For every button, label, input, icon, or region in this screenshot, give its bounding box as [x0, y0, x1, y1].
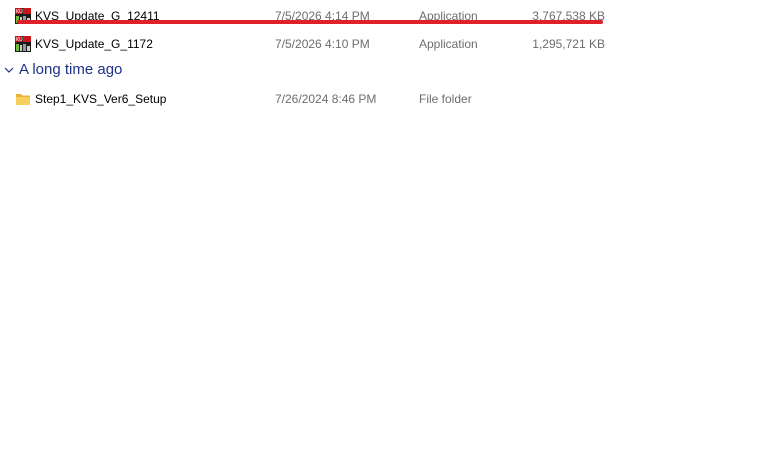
app-icon: KU	[15, 36, 31, 52]
file-type: Application	[419, 37, 478, 51]
svg-text:KU: KU	[16, 9, 23, 15]
group-header-label: A long time ago	[19, 61, 123, 78]
file-name: Step1_KVS_Ver6_Setup	[35, 92, 167, 106]
file-date-modified: 7/26/2024 8:46 PM	[275, 92, 377, 106]
svg-text:KU: KU	[16, 37, 23, 43]
file-row-kvs-update-1172[interactable]: KU KVS_Update_G_1172 7/5/2026 4:10 PM Ap…	[0, 32, 620, 56]
chevron-down-icon[interactable]	[3, 63, 15, 75]
folder-icon	[15, 91, 31, 107]
red-annotation-underline	[17, 20, 603, 24]
file-row-step1-kvs-ver6-setup[interactable]: Step1_KVS_Ver6_Setup 7/26/2024 8:46 PM F…	[0, 87, 620, 111]
file-list-view: KU KVS_Update_G_12411 7/5/2026 4:14 PM A…	[0, 0, 770, 454]
file-name: KVS_Update_G_1172	[35, 37, 153, 51]
file-row-kvs-update-12411[interactable]: KU KVS_Update_G_12411 7/5/2026 4:14 PM A…	[0, 4, 620, 28]
file-date-modified: 7/5/2026 4:10 PM	[275, 37, 370, 51]
file-type: File folder	[419, 92, 472, 106]
file-size: 1,295,721 KB	[532, 37, 605, 51]
